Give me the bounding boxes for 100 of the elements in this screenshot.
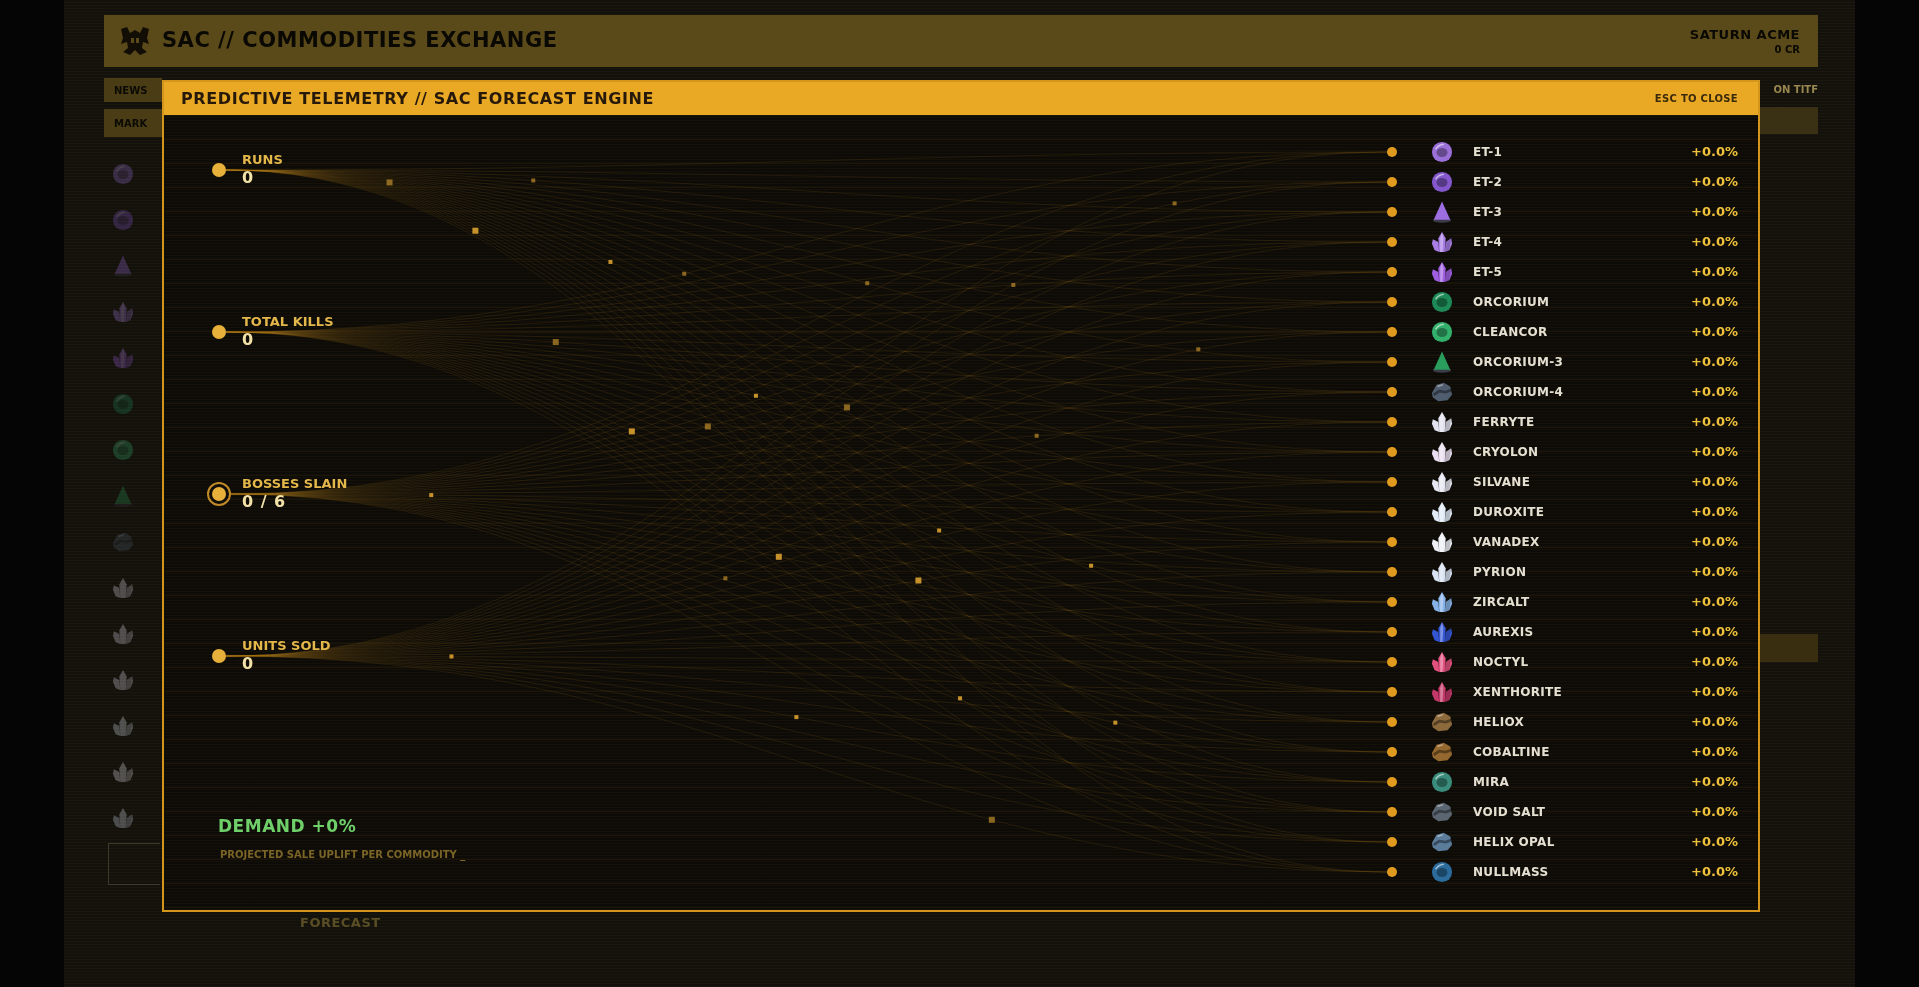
commodity-change: +0.0% (1691, 323, 1738, 342)
connector-dot-icon (1387, 507, 1397, 517)
rock-icon (112, 531, 134, 553)
commodity-change: +0.0% (1691, 353, 1738, 372)
connector-dot-icon (1387, 777, 1397, 787)
commodity-name: ET-3 (1473, 204, 1503, 221)
connector-dot-icon (1387, 807, 1397, 817)
crystal-spire-icon (112, 255, 134, 277)
commodity-change: +0.0% (1691, 533, 1738, 552)
commodity-name: MIRA (1473, 774, 1510, 791)
connector-dot-icon (1387, 387, 1397, 397)
header-label: ON TITF (1773, 83, 1818, 97)
commodity-change: +0.0% (1691, 713, 1738, 732)
commodity-name: NULLMASS (1473, 864, 1549, 881)
commodity-name: AUREXIS (1473, 624, 1534, 641)
commodity-name: NOCTYL (1473, 654, 1529, 671)
commodity-change: +0.0% (1691, 413, 1738, 432)
app-title: SAC // COMMODITIES EXCHANGE (162, 27, 558, 55)
commodity-name: COBALTINE (1473, 744, 1550, 761)
connector-dot-icon (1387, 747, 1397, 757)
crystal-icon (112, 761, 134, 783)
crystal-icon (112, 715, 134, 737)
company-name: SATURN ACME (1689, 26, 1800, 43)
commodity-name: ET-1 (1473, 144, 1503, 161)
close-hint: ESC TO CLOSE (1654, 92, 1738, 106)
crystal-icon (112, 577, 134, 599)
connector-dot-icon (1387, 147, 1397, 157)
crystal-icon (112, 807, 134, 829)
connector-dot-icon (1387, 567, 1397, 577)
commodity-name: ORCORIUM-3 (1473, 354, 1564, 371)
connector-dot-icon (1387, 267, 1397, 277)
geode-icon (112, 163, 134, 185)
connector-dot-icon (1387, 447, 1397, 457)
commodity-name: ET-4 (1473, 234, 1503, 251)
section-label: FORECAST (300, 914, 381, 932)
commodity-change: +0.0% (1691, 833, 1738, 852)
commodity-change: +0.0% (1691, 623, 1738, 642)
commodity-name: ORCORIUM-4 (1473, 384, 1564, 401)
commodity-change: +0.0% (1691, 233, 1738, 252)
crystal-icon (112, 347, 134, 369)
commodity-change: +0.0% (1691, 863, 1738, 882)
crystal-spire-icon (112, 485, 134, 507)
commodity-name: VANADEX (1473, 534, 1540, 551)
commodity-change: +0.0% (1691, 773, 1738, 792)
commodity-name: HELIOX (1473, 714, 1525, 731)
connector-dot-icon (1387, 717, 1397, 727)
geode-icon (112, 439, 134, 461)
commodity-name: PYRION (1473, 564, 1527, 581)
commodity-change: +0.0% (1691, 563, 1738, 582)
commodity-change: +0.0% (1691, 443, 1738, 462)
commodity-change: +0.0% (1691, 263, 1738, 282)
connector-dot-icon (1387, 207, 1397, 217)
crystal-icon (112, 301, 134, 323)
connector-dot-icon (1387, 837, 1397, 847)
commodity-name: XENTHORITE (1473, 684, 1562, 701)
commodity-change: +0.0% (1691, 473, 1738, 492)
commodity-name: ET-5 (1473, 264, 1503, 281)
commodity-change: +0.0% (1691, 383, 1738, 402)
tab[interactable]: NEWS (104, 78, 162, 102)
crystal-icon (112, 669, 134, 691)
commodity-change: +0.0% (1691, 593, 1738, 612)
connector-dot-icon (1387, 657, 1397, 667)
commodity-change: +0.0% (1691, 503, 1738, 522)
commodity-name: FERRYTE (1473, 414, 1535, 431)
outlined-panel (108, 843, 160, 885)
commodity-change: +0.0% (1691, 173, 1738, 192)
geode-icon (112, 209, 134, 231)
connector-dot-icon (1387, 357, 1397, 367)
connector-dot-icon (1387, 477, 1397, 487)
commodity-name: ORCORIUM (1473, 294, 1550, 311)
connector-dot-icon (1387, 687, 1397, 697)
commodity-name: CLEANCOR (1473, 324, 1548, 341)
commodity-change: +0.0% (1691, 293, 1738, 312)
connector-dot-icon (1387, 627, 1397, 637)
commodity-name: CRYOLON (1473, 444, 1539, 461)
commodity-name: VOID SALT (1473, 804, 1546, 821)
commodity-name: HELIX OPAL (1473, 834, 1555, 851)
commodity-name: SILVANE (1473, 474, 1531, 491)
commodity-change: +0.0% (1691, 653, 1738, 672)
connector-dot-icon (1387, 177, 1397, 187)
commodity-change: +0.0% (1691, 203, 1738, 222)
connector-dot-icon (1387, 327, 1397, 337)
emblem-icon (120, 26, 150, 56)
commodity-name: ZIRCALT (1473, 594, 1530, 611)
connector-dot-icon (1387, 237, 1397, 247)
connector-dot-icon (1387, 297, 1397, 307)
geode-icon (112, 393, 134, 415)
commodity-change: +0.0% (1691, 743, 1738, 762)
credit-balance: 0 CR (1773, 42, 1800, 56)
connector-dot-icon (1387, 597, 1397, 607)
commodity-name: ET-2 (1473, 174, 1503, 191)
connector-dot-icon (1387, 867, 1397, 877)
connector-dot-icon (1387, 537, 1397, 547)
commodity-change: +0.0% (1691, 683, 1738, 702)
crystal-icon (112, 623, 134, 645)
tab[interactable]: MARK (104, 109, 162, 137)
dialog-title: PREDICTIVE TELEMETRY // SAC FORECAST ENGINE (181, 87, 654, 110)
commodity-name: DUROXITE (1473, 504, 1545, 521)
background-bar (1758, 107, 1818, 134)
commodity-change: +0.0% (1691, 143, 1738, 162)
